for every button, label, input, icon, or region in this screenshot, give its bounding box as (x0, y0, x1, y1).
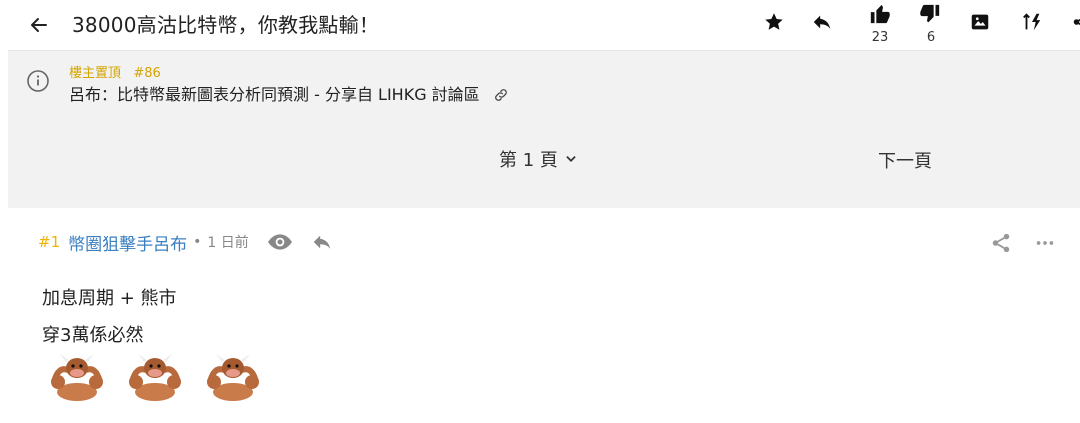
thumbs-up-icon (870, 4, 890, 24)
like-button[interactable] (866, 0, 894, 28)
more-options-button[interactable] (1034, 232, 1056, 258)
page-selector[interactable]: 第 1 頁 (499, 146, 578, 172)
bull-emoji (207, 354, 259, 401)
share-icon (992, 233, 1010, 253)
pinned-post-bar: 樓主置頂 #86 呂布：比特幣最新圖表分析同預測 - 分享自 LIHKG 討論區… (8, 51, 1080, 208)
info-button[interactable] (26, 69, 50, 93)
pinned-link[interactable]: 呂布：比特幣最新圖表分析同預測 - 分享自 LIHKG 討論區 (69, 81, 509, 105)
share-icon (1073, 18, 1080, 26)
reply-icon (813, 15, 831, 29)
post-text-line: 加息周期 + 熊市 (42, 288, 177, 309)
view-author-only-button[interactable] (267, 229, 293, 255)
link-icon (494, 89, 507, 101)
share-thread-button[interactable] (1068, 8, 1080, 36)
bookmark-button[interactable] (760, 8, 788, 36)
pinned-text: 呂布：比特幣最新圖表分析同預測 - 分享自 LIHKG 討論區 (69, 85, 480, 104)
bull-emoji (51, 354, 103, 401)
info-icon (27, 70, 49, 92)
share-post-button[interactable] (990, 232, 1012, 258)
like-count: 23 (871, 30, 889, 45)
thread-header: 38000高沽比特幣，你教我點輸！ 23 6 (8, 0, 1080, 51)
chevron-down-icon (566, 156, 576, 162)
emoji-row (44, 352, 266, 402)
next-page-button[interactable]: 下一頁 (878, 147, 932, 173)
post-header: #1 幣圈狙擊手呂布 • 1 日前 (38, 229, 333, 255)
sort-button[interactable] (1018, 8, 1046, 36)
star-icon (765, 13, 783, 30)
back-arrow-icon (31, 18, 47, 32)
post-time: 1 日前 (207, 235, 249, 251)
separator-dot: • (193, 234, 202, 250)
pinned-label: 樓主置頂 #86 (69, 66, 161, 81)
image-mode-button[interactable] (966, 8, 994, 36)
dislike-count: 6 (926, 30, 936, 45)
eye-icon (267, 234, 292, 250)
thread-title: 38000高沽比特幣，你教我點輸！ (72, 13, 380, 37)
quote-reply-button[interactable] (311, 231, 333, 253)
reply-button[interactable] (808, 8, 836, 36)
sort-icon (1023, 13, 1041, 31)
more-icon (1036, 241, 1054, 245)
author-name[interactable]: 幣圈狙擊手呂布 (68, 230, 187, 255)
post-text-line: 穿3萬係必然 (42, 325, 144, 346)
current-page: 第 1 頁 (499, 150, 558, 171)
thumbs-down-icon (920, 4, 940, 23)
reply-icon (313, 235, 330, 249)
bull-emoji (129, 354, 181, 401)
post-number: #1 (38, 233, 61, 251)
dislike-button[interactable] (916, 0, 944, 28)
back-button[interactable] (24, 10, 54, 40)
image-icon (971, 14, 989, 30)
